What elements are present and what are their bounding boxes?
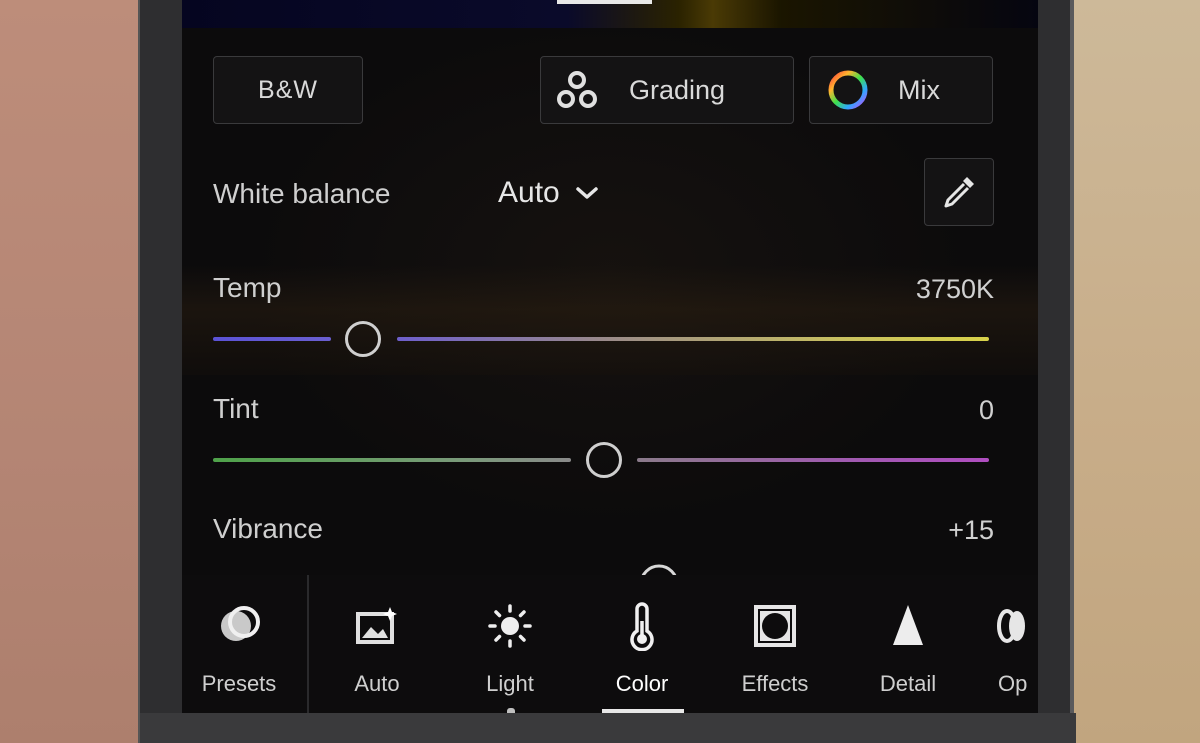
phone-frame: B&W Grading Mix White balance Auto Temp …: [138, 0, 1076, 743]
auto-icon: [356, 607, 397, 644]
app-screen: B&W Grading Mix White balance Auto Temp …: [182, 0, 1038, 713]
temp-track-left[interactable]: [213, 337, 331, 341]
grading-button-label: Grading: [629, 74, 726, 105]
white-balance-picker-button[interactable]: [924, 158, 994, 226]
effects-icon: [754, 605, 796, 647]
grading-icon: [557, 71, 597, 108]
temp-slider-thumb[interactable]: [345, 321, 381, 357]
edit-toolbar: Presets Auto Light Color Effects Detail …: [182, 575, 1038, 713]
temp-label: Temp: [213, 272, 282, 303]
vibrance-value: +15: [948, 515, 994, 545]
tool-detail[interactable]: Detail: [848, 575, 968, 713]
mix-button-label: Mix: [898, 74, 940, 105]
bw-button[interactable]: B&W: [213, 56, 363, 124]
tool-optics-label: Op: [998, 671, 1028, 696]
chevron-down-icon: [575, 187, 598, 199]
tool-color-label: Color: [615, 671, 669, 696]
white-balance-dropdown[interactable]: Auto: [498, 176, 600, 210]
bw-button-label: B&W: [258, 75, 318, 104]
vibrance-label: Vibrance: [213, 513, 324, 544]
tint-track-left[interactable]: [213, 458, 571, 462]
tint-value: 0: [978, 395, 994, 425]
tool-color[interactable]: Color: [582, 575, 702, 713]
tool-light[interactable]: Light: [450, 575, 570, 713]
tool-auto-label: Auto: [354, 671, 400, 696]
background-left: [0, 0, 138, 743]
white-balance-label: White balance: [213, 178, 391, 209]
white-balance-value: Auto: [498, 176, 560, 209]
eyedropper-icon: [944, 177, 974, 208]
optics-icon: [997, 609, 1025, 643]
tool-light-label: Light: [486, 671, 534, 696]
background-right: [1072, 0, 1200, 743]
tool-detail-label: Detail: [879, 671, 937, 696]
mix-button[interactable]: Mix: [809, 56, 993, 124]
color-wheel-icon: [828, 70, 868, 110]
tint-track-right[interactable]: [637, 458, 989, 462]
thermometer-icon: [630, 602, 654, 651]
photo-highlight: [557, 0, 652, 4]
photo-preview[interactable]: [182, 0, 1038, 28]
tool-presets-label: Presets: [201, 671, 277, 696]
presets-icon: [221, 606, 260, 641]
tool-auto[interactable]: Auto: [317, 575, 437, 713]
sun-icon: [488, 604, 532, 648]
phone-bezel-bottom: [140, 713, 1076, 743]
tool-presets[interactable]: Presets: [182, 575, 299, 713]
tool-optics[interactable]: Op: [972, 575, 1038, 713]
tool-effects[interactable]: Effects: [715, 575, 835, 713]
toolbar-divider: [307, 575, 309, 713]
grading-button[interactable]: Grading: [540, 56, 794, 124]
temp-row-highlight: [182, 265, 1038, 375]
tint-label: Tint: [213, 393, 259, 424]
detail-icon: [893, 605, 923, 645]
temp-value: 3750K: [915, 274, 994, 304]
temp-track-right[interactable]: [397, 337, 989, 341]
tint-slider-thumb[interactable]: [586, 442, 622, 478]
tool-effects-label: Effects: [741, 671, 809, 696]
